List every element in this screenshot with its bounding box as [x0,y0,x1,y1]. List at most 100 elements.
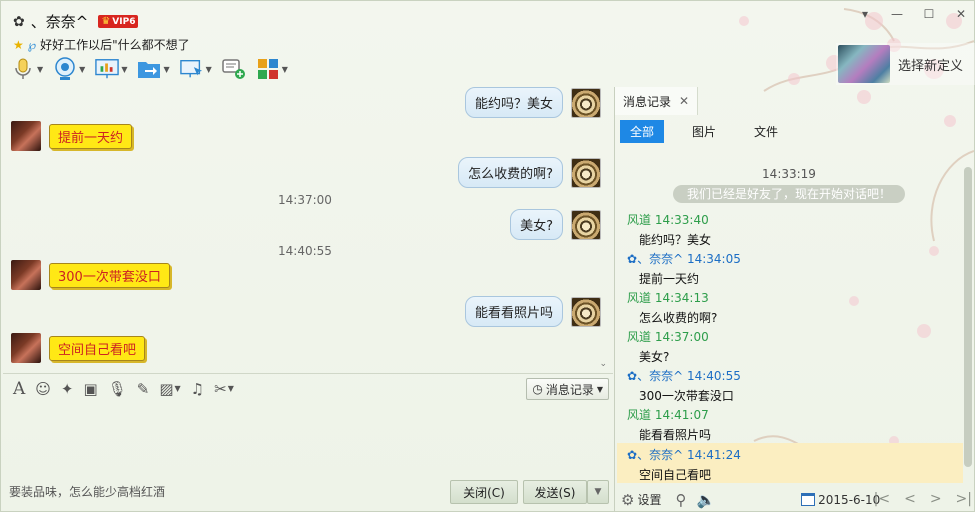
chevron-down-icon[interactable]: ▼ [121,65,127,74]
filter-images[interactable]: 图片 [682,120,726,143]
history-text: 美女? [639,350,670,364]
chevron-down-icon[interactable]: ▼ [282,65,288,74]
search-icon: ⚲ [675,490,687,509]
input-toolbar: A ☺ ✦ ▣ 🎙 ✎ ▨ ▼ ♫ ✂ ▼ ◷ 消息记录 ▼ [3,373,613,403]
search-button[interactable]: ⚲ [675,491,686,509]
chevron-down-icon[interactable]: ▼ [206,65,212,74]
message-history-button[interactable]: ◷ 消息记录 ▼ [526,378,609,400]
minimize-icon[interactable]: — [890,7,904,21]
history-scrollbar[interactable] [963,147,973,487]
remote-desktop-button[interactable]: ▼ [179,55,212,83]
message-other: 空间自己看吧 [11,333,146,363]
voice-message-icon[interactable]: 🎙 [108,380,127,398]
date-picker[interactable]: 2015-6-10 [801,493,880,507]
message-bubble[interactable]: 美女? [510,209,563,240]
close-icon[interactable]: ✕ [954,7,968,21]
message-bubble[interactable]: 能看看照片吗 [464,296,563,327]
theme-label: 选择新定义 [898,58,964,74]
chevron-down-icon[interactable]: ▼ [37,65,43,74]
qzone-icon[interactable]: ℘ [28,38,36,52]
image-icon[interactable]: ▨ ▼ [159,380,180,398]
prev-page-icon[interactable]: < [904,491,916,507]
history-panel: 消息记录 ✕ 全部 图片 文件 14:33:19 我们已经是好友了，现在开始对话… [614,87,975,512]
tab-label: 消息记录 [623,94,672,109]
magic-wand-icon[interactable]: ✦ [61,380,74,398]
sound-button[interactable]: 🔈 [696,491,715,509]
settings-button[interactable]: ⚙ 设置 [621,491,661,509]
history-filters: 全部 图片 文件 [620,120,788,143]
microphone-icon [11,57,35,81]
history-navigation: |< < > >| [874,491,972,507]
status-message: 好好工作以后"什么都不想了 [40,38,190,52]
message-input[interactable] [3,403,613,475]
message-me: 能约吗？美女 [464,87,601,118]
contact-nickname[interactable]: 、奈奈^ [31,11,89,32]
contact-avatar[interactable] [11,333,41,363]
webcam-icon [53,57,77,81]
send-options-button[interactable]: ▼ [587,480,609,504]
message-bubble[interactable]: 300一次带套没口 [49,262,170,288]
chat-message-area[interactable]: 能约吗？美女 提前一天约 怎么收费的啊? 14:37:00 美女? 14:40:… [3,87,613,373]
contact-name-row: ✿ 、奈奈^ ♛ VIP6 [13,11,139,32]
toolbar: ▼ ▼ ▼ ▼ ▼ ▼ [11,55,288,83]
history-sender: 风道 14:34:13 [627,291,709,305]
last-page-icon[interactable]: >| [956,491,972,507]
chevron-down-icon: ▼ [227,384,234,393]
history-text: 能约吗？美女 [639,233,712,247]
invite-discussion-button[interactable] [222,55,246,83]
signature-ad[interactable]: 要装品味，怎么能少高档红酒 [9,483,165,500]
close-icon[interactable]: ✕ [679,94,689,108]
skin-icon[interactable]: ▾ [858,7,872,21]
select-theme-button[interactable]: 选择新定义 [836,43,975,85]
chevron-down-icon[interactable]: ▼ [79,65,85,74]
filter-files[interactable]: 文件 [744,120,788,143]
scrollbar-thumb[interactable] [964,167,972,467]
message-timestamp: 14:40:55 [278,244,332,258]
scroll-down-icon[interactable]: ⌄ [599,359,607,369]
message-bubble[interactable]: 能约吗？美女 [464,87,563,118]
monitor-cursor-icon [179,57,204,81]
my-avatar[interactable] [571,209,601,240]
my-avatar[interactable] [571,87,601,118]
contact-avatar[interactable] [11,260,41,290]
my-avatar[interactable] [571,296,601,327]
history-sender: ✿、奈奈^ 14:34:05 [627,252,741,266]
chevron-down-icon[interactable]: ▼ [163,65,169,74]
my-avatar[interactable] [571,157,601,188]
emoji-icon[interactable]: ☺ [35,380,51,398]
message-timestamp: 14:37:00 [278,193,332,207]
history-text: 空间自己看吧 [639,468,712,482]
chevron-down-icon: ▼ [174,384,181,393]
message-bubble[interactable]: 提前一天约 [49,123,133,149]
first-page-icon[interactable]: |< [874,491,890,507]
history-sender: ✿、奈奈^ 14:40:55 [627,369,741,383]
message-bubble[interactable]: 空间自己看吧 [49,335,146,361]
edit-icon[interactable]: ✎ [137,380,150,398]
presentation-icon [95,57,120,81]
apps-button[interactable]: ▼ [256,55,288,83]
font-icon[interactable]: A [13,379,25,399]
history-sender: 风道 14:33:40 [627,213,709,227]
vip-badge[interactable]: ♛ VIP6 [98,15,139,28]
message-bubble[interactable]: 怎么收费的啊? [458,157,563,188]
star-icon: ★ [13,37,24,52]
contact-avatar[interactable] [11,121,41,151]
screenshot-scissors-icon[interactable]: ✂ ▼ [214,380,234,398]
send-file-button[interactable]: ▼ [137,55,170,83]
voice-call-button[interactable]: ▼ [11,55,43,83]
maximize-icon[interactable]: ☐ [922,7,936,21]
video-call-button[interactable]: ▼ [53,55,85,83]
history-date: 2015-6-10 [818,492,881,507]
music-icon[interactable]: ♫ [191,380,204,398]
chevron-down-icon: ▼ [596,384,603,394]
send-button[interactable]: 发送(S) [523,480,587,504]
status-row: ★ ℘ 好好工作以后"什么都不想了 [13,36,190,53]
window-shake-icon[interactable]: ▣ [84,380,98,398]
screen-share-button[interactable]: ▼ [95,55,127,83]
apps-grid-icon [256,57,280,81]
next-page-icon[interactable]: > [930,491,942,507]
close-button[interactable]: 关闭(C) [450,480,518,504]
history-list[interactable]: 14:33:19 我们已经是好友了，现在开始对话吧！ 风道 14:33:40 能… [615,159,963,487]
filter-all[interactable]: 全部 [620,120,665,143]
tab-message-history[interactable]: 消息记录 ✕ [615,87,699,115]
